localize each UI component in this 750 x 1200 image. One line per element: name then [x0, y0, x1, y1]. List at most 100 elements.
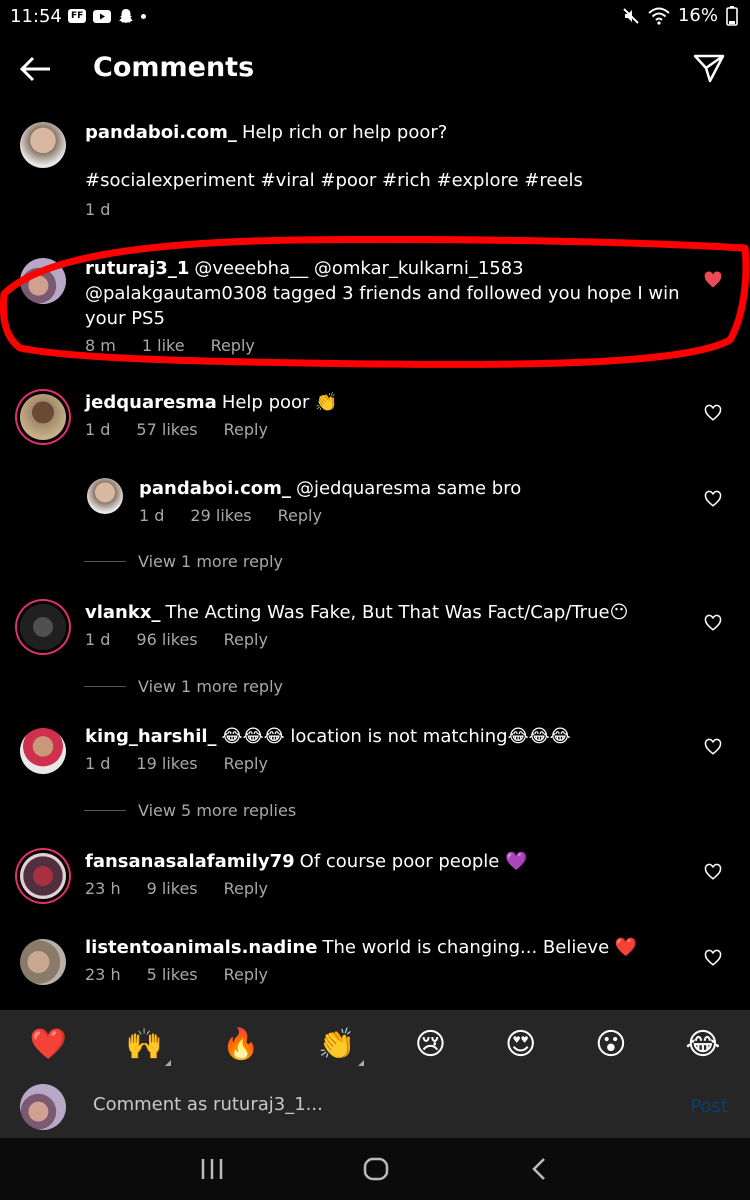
divider — [84, 561, 126, 562]
view-more-replies[interactable]: View 1 more reply — [84, 677, 283, 696]
emoji-fire[interactable]: 🔥 — [222, 1030, 259, 1060]
heart-icon[interactable] — [704, 490, 722, 508]
heart-icon[interactable] — [704, 949, 722, 967]
avatar[interactable] — [20, 394, 66, 440]
comment-composer: Comment as ruturaj3_1... Post — [0, 1080, 750, 1138]
comment-meta: 1 d 19 likes Reply — [85, 754, 268, 773]
username[interactable]: pandaboi.com_ — [85, 122, 237, 143]
emoji-laughing[interactable]: 😂 — [685, 1030, 720, 1060]
like-count[interactable]: 19 likes — [136, 754, 197, 773]
timestamp: 8 m — [85, 336, 116, 355]
battery-icon — [726, 5, 738, 26]
skin-tone-indicator — [357, 1060, 364, 1066]
emoji-heart-eyes[interactable]: 😍 — [505, 1030, 536, 1060]
recent-apps-icon[interactable] — [198, 1156, 226, 1182]
username[interactable]: listentoanimals.nadine — [85, 937, 317, 958]
view-more-label[interactable]: View 5 more replies — [138, 801, 296, 820]
divider — [84, 686, 126, 687]
wifi-icon — [648, 7, 670, 25]
emoji-heart[interactable]: ❤️ — [29, 1030, 66, 1060]
view-more-label[interactable]: View 1 more reply — [138, 552, 283, 571]
username[interactable]: ruturaj3_1 — [85, 258, 189, 279]
comment-input[interactable]: Comment as ruturaj3_1... — [93, 1094, 653, 1122]
notification-icons: FF — [68, 8, 147, 24]
mute-icon — [623, 7, 639, 24]
comment-meta: 1 d 57 likes Reply — [85, 420, 268, 439]
comment-text: listentoanimals.nadine The world is chang… — [85, 937, 638, 958]
carrier-badge: FF — [68, 9, 87, 23]
comment-meta: 1 d 96 likes Reply — [85, 630, 268, 649]
username[interactable]: jedquaresma — [85, 392, 217, 413]
emoji-quick-bar: ❤️ 🙌 🔥 👏 😢 😍 😮 😂 — [0, 1010, 750, 1080]
status-bar: 11:54 FF 16% — [0, 0, 750, 34]
post-button[interactable]: Post — [690, 1096, 728, 1117]
hashtags[interactable]: #socialexperiment #viral #poor #rich #ex… — [85, 168, 705, 193]
system-nav-bar — [0, 1138, 750, 1200]
comment-text: jedquaresma Help poor 👏 — [85, 392, 338, 413]
comment-meta: 1 d — [85, 200, 110, 219]
view-more-replies[interactable]: View 5 more replies — [84, 801, 296, 820]
skin-tone-indicator — [165, 1060, 172, 1066]
reply-button[interactable]: Reply — [224, 965, 268, 984]
heart-icon[interactable] — [704, 863, 722, 881]
avatar[interactable] — [20, 122, 66, 168]
comment-meta: 1 d 29 likes Reply — [139, 506, 322, 525]
reply-button[interactable]: Reply — [224, 630, 268, 649]
timestamp: 23 h — [85, 965, 121, 984]
heart-filled-icon[interactable] — [704, 271, 722, 289]
avatar[interactable] — [20, 728, 66, 774]
like-count[interactable]: 1 like — [142, 336, 185, 355]
username[interactable]: fansanasalafamily79 — [85, 851, 295, 872]
like-count[interactable]: 5 likes — [147, 965, 198, 984]
like-count[interactable]: 9 likes — [147, 879, 198, 898]
like-count[interactable]: 96 likes — [136, 630, 197, 649]
reply-button[interactable]: Reply — [278, 506, 322, 525]
avatar[interactable] — [87, 478, 123, 514]
comment-meta: 8 m 1 like Reply — [85, 336, 255, 355]
comment-text: king_harshil_ 😂😂😂 location is not matchin… — [85, 726, 571, 747]
timestamp: 23 h — [85, 879, 121, 898]
avatar[interactable] — [20, 939, 66, 985]
view-more-replies[interactable]: View 1 more reply — [84, 552, 283, 571]
username[interactable]: pandaboi.com_ — [139, 478, 291, 499]
status-time: 11:54 — [10, 6, 62, 27]
like-count[interactable]: 57 likes — [136, 420, 197, 439]
comment-text: fansanasalafamily79 Of course poor people… — [85, 851, 528, 872]
avatar[interactable] — [20, 258, 66, 304]
comment-text: pandaboi.com_ @jedquaresma same bro — [139, 478, 522, 499]
youtube-icon — [93, 9, 112, 23]
emoji-raised-hands[interactable]: 🙌 — [126, 1030, 172, 1066]
avatar[interactable] — [20, 853, 66, 899]
reply-button[interactable]: Reply — [224, 754, 268, 773]
heart-icon[interactable] — [704, 614, 722, 632]
home-icon[interactable] — [362, 1156, 390, 1182]
username[interactable]: king_harshil_ — [85, 726, 217, 747]
comment-meta: 23 h 9 likes Reply — [85, 879, 268, 898]
timestamp: 1 d — [85, 420, 111, 439]
avatar[interactable] — [20, 604, 66, 650]
back-nav-icon[interactable] — [526, 1156, 554, 1182]
heart-icon[interactable] — [704, 404, 722, 422]
emoji-crying[interactable]: 😢 — [415, 1030, 446, 1060]
emoji-clap[interactable]: 👏 — [318, 1030, 364, 1066]
heart-icon[interactable] — [704, 738, 722, 756]
page-title: Comments — [93, 52, 255, 83]
notification-dot-icon — [141, 13, 147, 19]
back-arrow-icon[interactable] — [18, 54, 54, 84]
reply-button[interactable]: Reply — [224, 879, 268, 898]
reply-button[interactable]: Reply — [224, 420, 268, 439]
view-more-label[interactable]: View 1 more reply — [138, 677, 283, 696]
reply-button[interactable]: Reply — [211, 336, 255, 355]
username[interactable]: vlankx_ — [85, 602, 160, 623]
emoji-surprised[interactable]: 😮 — [595, 1030, 626, 1060]
comment-text: ruturaj3_1 @veeebha__ @omkar_kulkarni_158… — [85, 258, 680, 329]
like-count[interactable]: 29 likes — [190, 506, 251, 525]
avatar — [20, 1084, 66, 1130]
timestamp: 1 d — [85, 630, 111, 649]
timestamp: 1 d — [139, 506, 165, 525]
header: Comments — [0, 34, 750, 104]
comment-meta: 23 h 5 likes Reply — [85, 965, 268, 984]
share-send-icon[interactable] — [692, 52, 726, 84]
comment-text: vlankx_ The Acting Was Fake, But That Was… — [85, 602, 629, 623]
divider — [84, 810, 126, 811]
